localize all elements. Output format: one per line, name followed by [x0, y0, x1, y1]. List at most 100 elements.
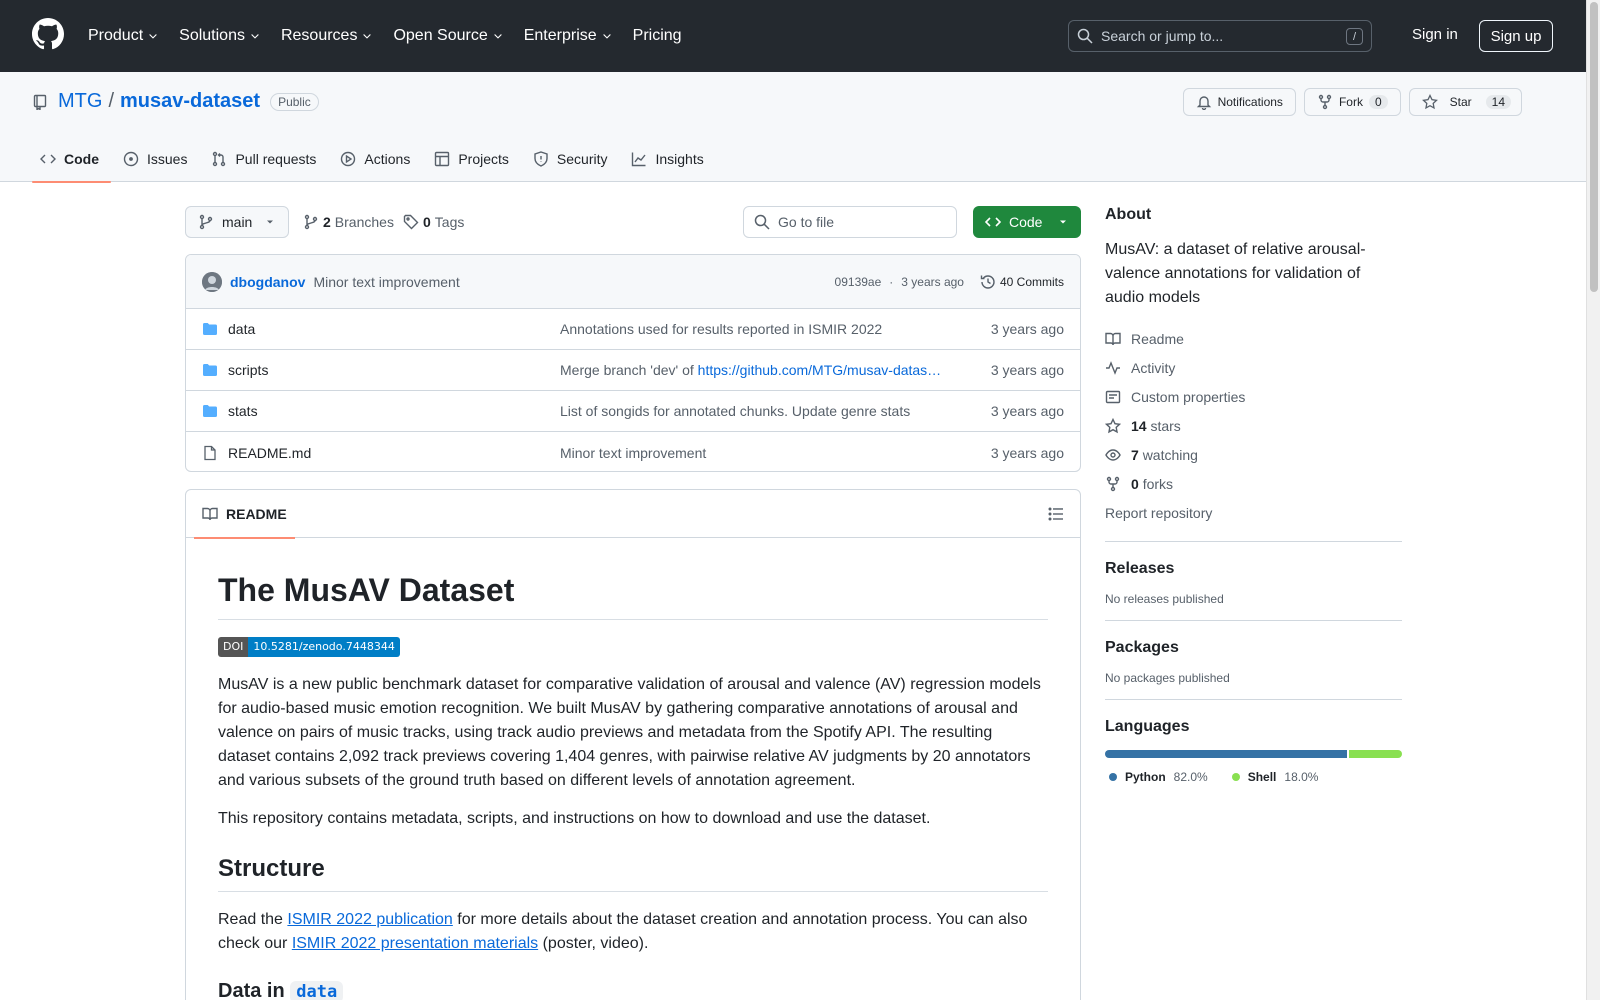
- about-link-watching[interactable]: 7 watching: [1105, 440, 1402, 469]
- code-dropdown-button[interactable]: Code: [973, 206, 1081, 238]
- commit-author-link[interactable]: dbogdanov: [230, 274, 305, 290]
- repo-name-link[interactable]: musav-dataset: [120, 90, 260, 113]
- nav-open-source[interactable]: Open Source: [393, 27, 503, 45]
- file-commit-message[interactable]: List of songids for annotated chunks. Up…: [560, 403, 950, 419]
- nav-solutions[interactable]: Solutions: [179, 27, 261, 45]
- commit-message-link[interactable]: Minor text improvement: [313, 274, 459, 290]
- table-icon: [435, 151, 450, 167]
- commits-history-link[interactable]: 40 Commits: [980, 274, 1064, 290]
- fork-icon: [1318, 94, 1332, 110]
- commit-hash-link[interactable]: 09139ae: [835, 275, 882, 289]
- nav-enterprise[interactable]: Enterprise: [524, 27, 613, 45]
- tab-actions[interactable]: Actions: [332, 136, 422, 182]
- file-age: 3 years ago: [990, 362, 1064, 378]
- file-commit-text: Annotations used for results reported in…: [560, 321, 883, 337]
- nav-pricing[interactable]: Pricing: [633, 27, 682, 45]
- ismir-publication-link[interactable]: ISMIR 2022 publication: [287, 911, 452, 928]
- doi-badge-value: 10.5281/zenodo.7448344: [248, 637, 400, 657]
- code-button-label: Code: [1009, 214, 1043, 230]
- file-row[interactable]: data Annotations used for results reporte…: [186, 309, 1080, 350]
- readme-paragraph-intro: MusAV is a new public benchmark dataset …: [218, 676, 1041, 789]
- file-commit-message[interactable]: Annotations used for results reported in…: [560, 321, 950, 337]
- branch-icon: [199, 214, 213, 230]
- about-link-text: 7 watching: [1131, 447, 1198, 463]
- doi-badge-label: DOI: [218, 637, 249, 657]
- about-links: Readme Activity Custom properties 14 stars 7…: [1105, 324, 1402, 498]
- divider: [1105, 541, 1402, 542]
- readme-tab[interactable]: README: [194, 490, 295, 539]
- nav-label: Solutions: [179, 27, 245, 44]
- file-commit-message[interactable]: Merge branch 'dev' of https://github.com…: [560, 362, 950, 378]
- github-logo-icon[interactable]: [32, 18, 64, 50]
- file-row[interactable]: scripts Merge branch 'dev' of https://git…: [186, 350, 1080, 391]
- file-name-link[interactable]: README.md: [228, 445, 558, 461]
- branch-selector[interactable]: main: [185, 206, 289, 238]
- file-name-link[interactable]: data: [228, 321, 558, 337]
- search-input[interactable]: Search or jump to... /: [1068, 20, 1372, 52]
- about-link-forks[interactable]: 0 forks: [1105, 469, 1402, 498]
- file-name-link[interactable]: stats: [228, 403, 558, 419]
- file-row[interactable]: README.md Minor text improvement 3 years a…: [186, 432, 1080, 471]
- about-link-label: watching: [1142, 446, 1198, 463]
- divider: [1105, 620, 1402, 621]
- tab-security[interactable]: Security: [525, 136, 620, 182]
- repo-title: MTG / musav-dataset Public: [32, 90, 319, 113]
- readme-tab-label: README: [226, 506, 287, 522]
- fork-count: 0: [1368, 95, 1388, 109]
- report-repository-link[interactable]: Report repository: [1105, 498, 1402, 527]
- go-to-file-input[interactable]: Go to file: [743, 206, 957, 238]
- file-name-link[interactable]: scripts: [228, 362, 558, 378]
- file-row[interactable]: stats List of songids for annotated chunk…: [186, 391, 1080, 432]
- notifications-label: Notifications: [1217, 95, 1283, 109]
- repo-owner-link[interactable]: MTG: [58, 90, 102, 113]
- releases-title[interactable]: Releases: [1105, 560, 1402, 578]
- sign-in-link[interactable]: Sign in: [1412, 26, 1458, 43]
- scrollbar-thumb[interactable]: [1590, 2, 1598, 292]
- language-percent: 18.0%: [1284, 770, 1319, 784]
- file-commit-link[interactable]: https://github.com/MTG/musav-datas…: [698, 362, 942, 378]
- about-link-label: forks: [1142, 475, 1174, 492]
- packages-title[interactable]: Packages: [1105, 639, 1402, 657]
- language-item-python[interactable]: Python 82.0%: [1109, 770, 1208, 784]
- data-heading: Data in data: [218, 980, 1048, 1000]
- file-commit-message[interactable]: Minor text improvement: [560, 445, 950, 461]
- branch-icon: [304, 214, 318, 230]
- outline-list-icon[interactable]: [1048, 506, 1064, 522]
- sign-up-button[interactable]: Sign up: [1479, 20, 1553, 52]
- global-header: Product Solutions Resources Open Source Ente…: [0, 0, 1586, 72]
- tab-projects[interactable]: Projects: [426, 136, 521, 182]
- repo-separator: /: [108, 90, 114, 112]
- language-percent: 82.0%: [1173, 770, 1208, 784]
- about-link-count: 7: [1131, 446, 1139, 463]
- branches-link[interactable]: 2 Branches: [303, 206, 394, 238]
- tags-link[interactable]: 0 Tags: [403, 206, 464, 238]
- readme-title: The MusAV Dataset: [218, 538, 1048, 620]
- tab-code[interactable]: Code: [32, 136, 111, 183]
- about-title: About: [1105, 206, 1152, 223]
- about-link-custom-properties[interactable]: Custom properties: [1105, 382, 1402, 411]
- search-icon: [1077, 28, 1093, 44]
- about-link-readme[interactable]: Readme: [1105, 324, 1402, 353]
- bell-icon: [1196, 96, 1211, 110]
- language-item-shell[interactable]: Shell 18.0%: [1231, 770, 1319, 784]
- about-link-activity[interactable]: Activity: [1105, 353, 1402, 382]
- tags-label: Tags: [434, 214, 465, 230]
- tab-label: Security: [556, 151, 608, 167]
- fork-button[interactable]: Fork 0: [1303, 88, 1401, 116]
- notifications-button[interactable]: Notifications: [1182, 88, 1296, 116]
- page-scrollbar[interactable]: [1586, 0, 1600, 1000]
- star-button[interactable]: Star 14: [1408, 88, 1522, 116]
- avatar[interactable]: [202, 271, 222, 292]
- star-icon: [1105, 417, 1121, 433]
- tab-insights[interactable]: Insights: [623, 136, 715, 182]
- folder-icon: [203, 323, 217, 335]
- doi-badge[interactable]: DOI 10.5281/zenodo.7448344: [218, 637, 400, 657]
- pulse-icon: [1106, 360, 1120, 375]
- nav-product[interactable]: Product: [88, 27, 159, 45]
- nav-resources[interactable]: Resources: [281, 27, 373, 45]
- tab-pull-requests[interactable]: Pull requests: [203, 136, 328, 182]
- ismir-presentation-link[interactable]: ISMIR 2022 presentation materials: [292, 935, 538, 952]
- about-link-stars[interactable]: 14 stars: [1105, 411, 1402, 440]
- about-link-text: Custom properties: [1131, 389, 1245, 405]
- tab-issues[interactable]: Issues: [115, 136, 199, 182]
